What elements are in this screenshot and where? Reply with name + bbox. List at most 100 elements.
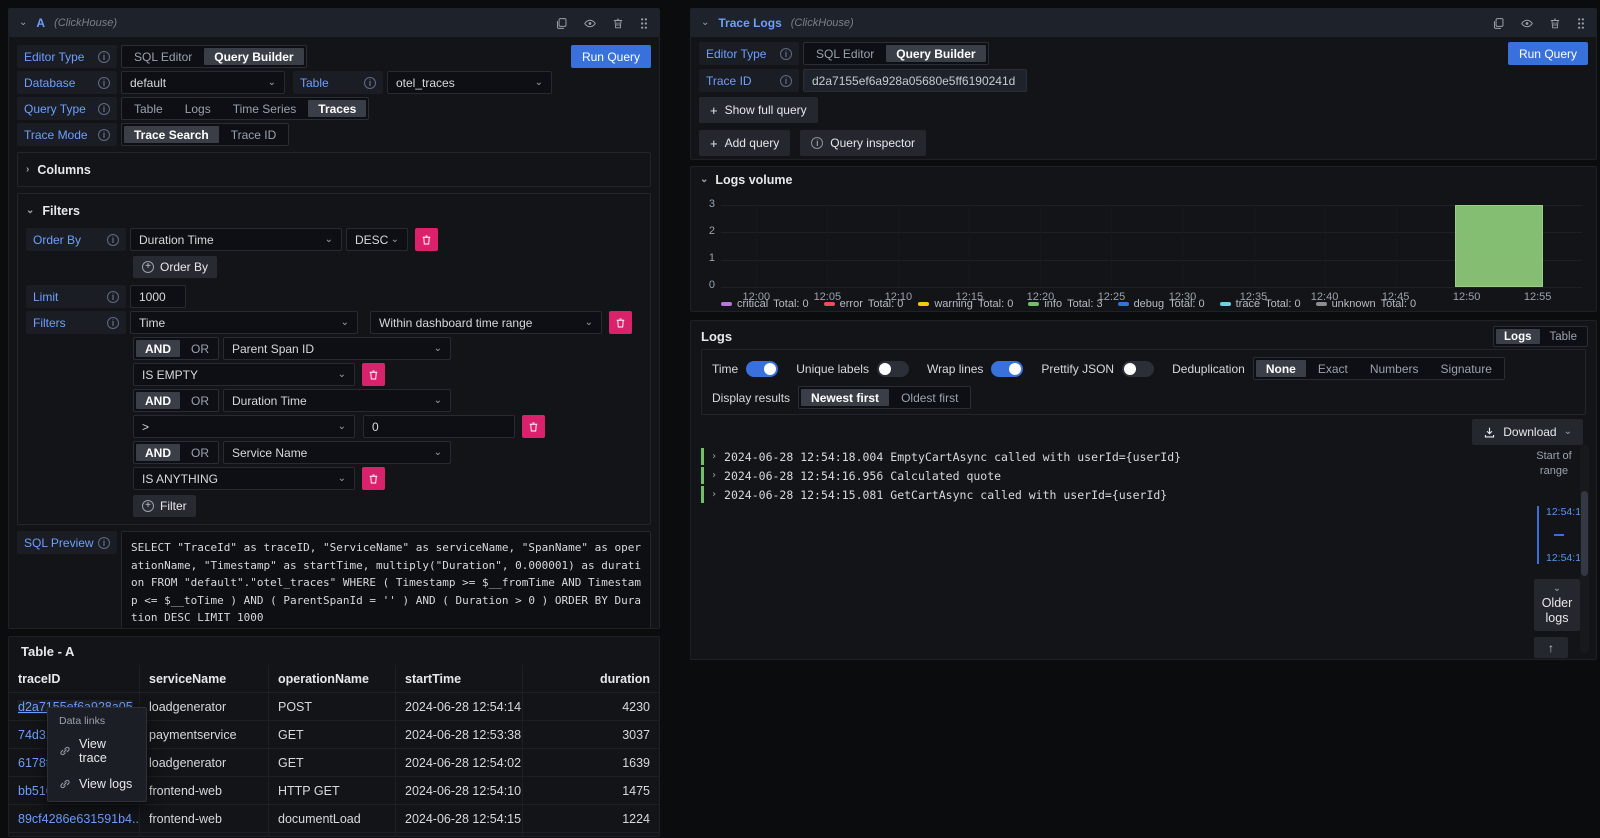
info-icon[interactable]: i	[98, 77, 110, 89]
info-logs-bar[interactable]	[1455, 205, 1543, 287]
panel-a-header[interactable]: ⌄ A (ClickHouse)	[9, 9, 659, 37]
view-trace-menu-item[interactable]: View trace	[48, 731, 146, 771]
query-type-logs[interactable]: Logs	[175, 100, 221, 117]
query-type-table[interactable]: Table	[124, 100, 173, 117]
and-option[interactable]: AND	[136, 392, 180, 409]
info-icon[interactable]: i	[780, 48, 792, 60]
logs-volume-header[interactable]: ⌄ Logs volume	[691, 167, 1596, 193]
or-option[interactable]: OR	[182, 340, 218, 357]
column-header-traceid[interactable]: traceID	[9, 665, 140, 693]
log-row[interactable]: › 2024-06-28 12:54:18.004 EmptyCartAsync…	[701, 448, 1476, 465]
drag-handle-icon[interactable]	[1576, 17, 1586, 30]
unique-labels-toggle[interactable]	[877, 361, 909, 377]
editor-type-sql-editor[interactable]: SQL Editor	[124, 48, 202, 65]
column-header-starttime[interactable]: startTime	[396, 665, 523, 693]
column-header-operationname[interactable]: operationName	[269, 665, 396, 693]
legend-item-unknown[interactable]: unknownTotal: 0	[1316, 298, 1417, 310]
scrollbar-thumb[interactable]	[1581, 491, 1588, 576]
view-table-option[interactable]: Table	[1542, 329, 1586, 344]
info-icon[interactable]: i	[107, 291, 119, 303]
add-order-by-button[interactable]: +Order By	[133, 256, 217, 278]
older-logs-button[interactable]: ⌄ Older logs	[1534, 579, 1580, 631]
log-row[interactable]: › 2024-06-28 12:54:15.081 GetCartAsync c…	[701, 486, 1476, 503]
download-button[interactable]: Download ⌄	[1472, 419, 1583, 445]
show-full-query-button[interactable]: +Show full query	[699, 97, 818, 123]
chevron-right-icon[interactable]: ›	[711, 470, 717, 481]
log-row[interactable]: › 2024-06-28 12:54:16.956 Calculated quo…	[701, 467, 1476, 484]
scroll-to-top-button[interactable]: ↑	[1534, 637, 1568, 658]
or-option[interactable]: OR	[182, 444, 218, 461]
column-header-servicename[interactable]: serviceName	[140, 665, 269, 693]
info-icon[interactable]: i	[107, 317, 119, 329]
query-inspector-button[interactable]: iQuery inspector	[800, 130, 926, 156]
view-logs-option[interactable]: Logs	[1496, 329, 1539, 344]
info-icon[interactable]: i	[98, 129, 110, 141]
add-filter-button[interactable]: +Filter	[133, 495, 196, 517]
query-type-traces[interactable]: Traces	[308, 100, 366, 117]
editor-type-query-builder[interactable]: Query Builder	[886, 45, 985, 62]
delete-duration-filter-button[interactable]	[522, 415, 545, 438]
order-by-direction-select[interactable]: DESC⌄	[346, 228, 408, 251]
filter-duration-value-input[interactable]: 0	[363, 415, 515, 438]
prettify-json-toggle[interactable]	[1122, 361, 1154, 377]
database-select[interactable]: default⌄	[121, 71, 285, 94]
filter-duration-operator-select[interactable]: >⌄	[133, 415, 355, 438]
and-option[interactable]: AND	[136, 340, 180, 357]
view-logs-menu-item[interactable]: View logs	[48, 771, 146, 797]
filter-parent-span-field-select[interactable]: Parent Span ID⌄	[223, 337, 451, 360]
columns-section[interactable]: › Columns	[17, 152, 651, 187]
trace-mode-trace-search[interactable]: Trace Search	[124, 126, 219, 143]
filter-time-field-select[interactable]: Time⌄	[130, 311, 358, 334]
delete-time-filter-button[interactable]	[609, 311, 632, 334]
or-option[interactable]: OR	[182, 392, 218, 409]
copy-icon[interactable]	[555, 17, 568, 30]
legend-item-error[interactable]: errorTotal: 0	[824, 298, 904, 310]
newest-first-option[interactable]: Newest first	[801, 389, 889, 406]
table-panel-title[interactable]: Table - A	[9, 637, 659, 659]
copy-icon[interactable]	[1492, 17, 1505, 30]
order-by-field-select[interactable]: Duration Time⌄	[130, 228, 342, 251]
info-icon[interactable]: i	[98, 51, 110, 63]
delete-parent-span-filter-button[interactable]	[362, 363, 385, 386]
chevron-right-icon[interactable]: ›	[711, 489, 717, 500]
editor-type-query-builder[interactable]: Query Builder	[204, 48, 303, 65]
filter-parent-span-operator-select[interactable]: IS EMPTY⌄	[133, 363, 355, 386]
trash-icon[interactable]	[1549, 17, 1561, 30]
run-query-button[interactable]: Run Query	[571, 45, 651, 68]
table-select[interactable]: otel_traces⌄	[387, 71, 552, 94]
panel-title[interactable]: A	[36, 16, 45, 30]
logs-scrollbar[interactable]	[1580, 445, 1589, 653]
info-icon[interactable]: i	[98, 537, 110, 549]
legend-item-info[interactable]: infoTotal: 3	[1028, 298, 1102, 310]
drag-handle-icon[interactable]	[639, 17, 649, 30]
query-type-time-series[interactable]: Time Series	[223, 100, 307, 117]
dedup-signature-option[interactable]: Signature	[1431, 360, 1502, 377]
trash-icon[interactable]	[612, 17, 624, 30]
legend-item-critical[interactable]: criticalTotal: 0	[721, 298, 809, 310]
eye-icon[interactable]	[583, 17, 597, 30]
add-query-button[interactable]: +Add query	[699, 130, 790, 156]
filters-section-header[interactable]: ⌄ Filters	[26, 199, 642, 222]
panel-title[interactable]: Trace Logs	[718, 16, 781, 30]
trace-id-input[interactable]: d2a7155ef6a928a05680e5ff6190241d	[803, 69, 1027, 92]
wrap-lines-toggle[interactable]	[991, 361, 1023, 377]
trace-link[interactable]: 89cf4286e631591b4...	[18, 812, 140, 826]
info-icon[interactable]: i	[780, 75, 792, 87]
eye-icon[interactable]	[1520, 17, 1534, 30]
chevron-right-icon[interactable]: ›	[711, 451, 717, 462]
time-toggle[interactable]	[746, 361, 778, 377]
chevron-down-icon[interactable]: ⌄	[701, 18, 709, 28]
legend-item-debug[interactable]: debugTotal: 0	[1118, 298, 1205, 310]
oldest-first-option[interactable]: Oldest first	[891, 389, 968, 406]
run-query-button[interactable]: Run Query	[1508, 42, 1588, 65]
filter-duration-field-select[interactable]: Duration Time⌄	[223, 389, 451, 412]
column-header-duration[interactable]: duration	[523, 665, 659, 693]
filter-service-operator-select[interactable]: IS ANYTHING⌄	[133, 467, 355, 490]
trace-logs-header[interactable]: ⌄ Trace Logs (ClickHouse)	[691, 9, 1596, 37]
and-option[interactable]: AND	[136, 444, 180, 461]
delete-service-filter-button[interactable]	[362, 467, 385, 490]
filter-service-field-select[interactable]: Service Name⌄	[223, 441, 451, 464]
filter-time-value-select[interactable]: Within dashboard time range⌄	[370, 311, 602, 334]
info-icon[interactable]: i	[98, 103, 110, 115]
dedup-none-option[interactable]: None	[1256, 360, 1306, 377]
